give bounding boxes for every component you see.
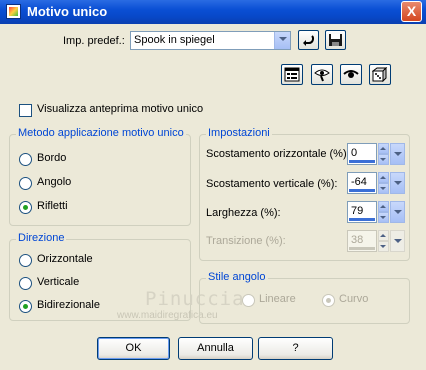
reset-button[interactable] — [298, 30, 319, 50]
transition-dropdown — [390, 230, 405, 252]
radio-rifletti[interactable] — [19, 201, 32, 214]
offset-x-spinner[interactable]: 0 — [347, 143, 405, 165]
preset-label: Imp. predef.: — [63, 35, 125, 47]
stile-angolo-group-title: Stile angolo — [206, 271, 268, 283]
radio-lineare — [242, 294, 255, 307]
radio-bidirezionale[interactable] — [19, 300, 32, 313]
app-icon — [6, 4, 21, 19]
width-input[interactable]: 79 — [347, 201, 377, 223]
impostazioni-group-title: Impostazioni — [206, 127, 272, 139]
offset-y-label: Scostamento verticale (%): — [206, 178, 338, 190]
help-button[interactable]: ? — [258, 337, 333, 360]
dialog-layout-icon — [284, 67, 300, 82]
randomize-button[interactable] — [369, 64, 391, 85]
radio-bordo-label[interactable]: Bordo — [37, 152, 66, 164]
transition-input: 38 — [347, 230, 377, 252]
width-label: Larghezza (%): — [206, 207, 281, 219]
dialog-layout-button[interactable] — [281, 64, 303, 85]
transition-spinner: 38 — [347, 230, 405, 252]
save-icon — [329, 34, 342, 46]
width-up[interactable] — [378, 201, 389, 212]
offset-x-down[interactable] — [378, 154, 389, 165]
radio-orizzontale-label[interactable]: Orizzontale — [37, 253, 93, 265]
preview-eye-button[interactable] — [340, 64, 362, 85]
width-spinner[interactable]: 79 — [347, 201, 405, 223]
radio-bordo[interactable] — [19, 153, 32, 166]
preview-checkbox[interactable] — [19, 104, 32, 117]
radio-verticale-label[interactable]: Verticale — [37, 276, 79, 288]
offset-x-label: Scostamento orizzontale (%): — [206, 148, 350, 160]
radio-rifletti-label[interactable]: Rifletti — [37, 200, 68, 212]
metodo-group-title: Metodo applicazione motivo unico — [16, 127, 186, 139]
title-bar: Motivo unico X — [0, 0, 426, 24]
ok-button[interactable]: OK — [97, 337, 170, 360]
window-title: Motivo unico — [27, 4, 108, 19]
offset-x-input[interactable]: 0 — [347, 143, 377, 165]
offset-y-dropdown[interactable] — [390, 172, 405, 194]
preset-value: Spook in spiegel — [134, 34, 215, 46]
metodo-group: Metodo applicazione motivo unico Bordo A… — [9, 127, 191, 226]
reset-icon — [303, 35, 314, 46]
radio-lineare-label: Lineare — [259, 293, 296, 305]
preview-toggle-button[interactable] — [311, 64, 333, 85]
transition-down — [378, 241, 389, 252]
offset-y-spinner[interactable]: -64 — [347, 172, 405, 194]
radio-angolo-label[interactable]: Angolo — [37, 176, 71, 188]
radio-orizzontale[interactable] — [19, 254, 32, 267]
save-preset-button[interactable] — [325, 30, 346, 50]
offset-y-input[interactable]: -64 — [347, 172, 377, 194]
close-button[interactable]: X — [401, 1, 422, 22]
transition-label: Transizione (%): — [206, 235, 286, 247]
radio-bidirezionale-label[interactable]: Bidirezionale — [37, 299, 100, 311]
dice-icon — [372, 67, 388, 82]
chevron-down-icon[interactable] — [274, 32, 290, 49]
transition-up — [378, 230, 389, 241]
preview-checkbox-label[interactable]: Visualizza anteprima motivo unico — [37, 103, 203, 115]
cancel-button[interactable]: Annulla — [178, 337, 253, 360]
preset-select[interactable]: Spook in spiegel — [130, 31, 291, 50]
direzione-group-title: Direzione — [16, 232, 67, 244]
preview-toggle-icon — [314, 69, 330, 82]
radio-curvo-label: Curvo — [339, 293, 369, 305]
offset-x-up[interactable] — [378, 143, 389, 154]
offset-y-up[interactable] — [378, 172, 389, 183]
width-dropdown[interactable] — [390, 201, 405, 223]
eye-icon — [343, 70, 359, 78]
offset-x-dropdown[interactable] — [390, 143, 405, 165]
offset-y-down[interactable] — [378, 183, 389, 194]
radio-verticale[interactable] — [19, 277, 32, 290]
stile-angolo-group: Stile angolo Lineare Curvo — [199, 271, 410, 324]
width-down[interactable] — [378, 212, 389, 223]
radio-curvo — [322, 294, 335, 307]
radio-angolo[interactable] — [19, 177, 32, 190]
